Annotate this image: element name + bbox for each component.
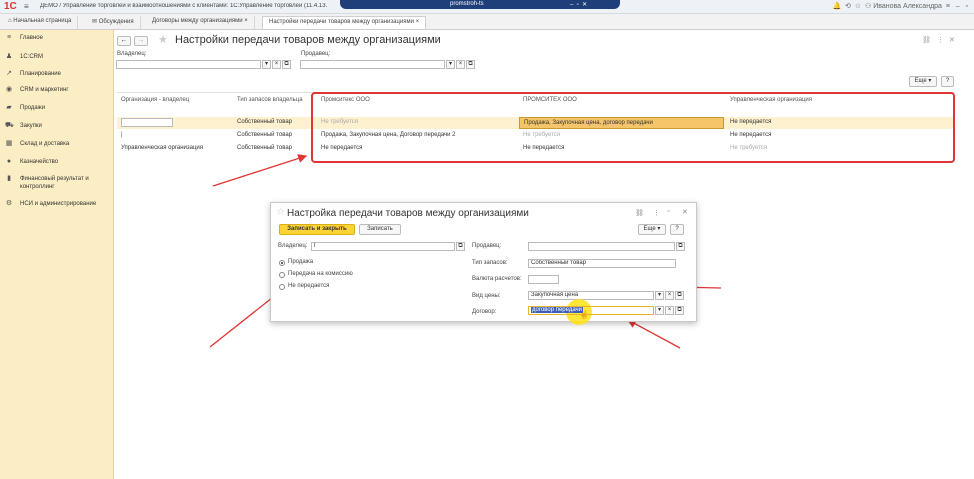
stock-type-input[interactable]: Собственный товар (528, 259, 676, 268)
contract-clear-button[interactable]: × (665, 306, 674, 315)
dialog-title: Настройка передачи товаров между организ… (287, 208, 529, 219)
radio-sale[interactable] (279, 260, 285, 266)
dialog-seller-open-button[interactable]: ⧉ (676, 242, 685, 251)
dialog-maximize-icon[interactable]: ▫ (667, 208, 669, 215)
radio-commission[interactable] (279, 272, 285, 278)
dialog-star-icon[interactable]: ☆ (276, 207, 285, 218)
mouse-cursor-icon: ☝ (579, 310, 589, 319)
dialog-more-label: Еще (643, 226, 656, 232)
radio-not-transferred-label[interactable]: Не передается (288, 283, 329, 289)
currency-label: Валюта расчетов: (472, 276, 522, 282)
price-type-label: Вид цены: (472, 293, 501, 299)
dialog-more-icon[interactable]: ⋮ (653, 209, 660, 217)
arrow-to-table (212, 154, 308, 187)
dialog-owner-open-button[interactable]: ⧉ (456, 242, 465, 251)
radio-sale-label[interactable]: Продажа (288, 259, 313, 265)
transfer-setting-dialog: ☆ Настройка передачи товаров между орган… (270, 202, 697, 325)
contract-input[interactable]: договор передачи (528, 306, 654, 315)
dialog-help-button[interactable]: ? (670, 224, 684, 235)
arrow-to-contract (626, 319, 681, 349)
dialog-link-icon[interactable]: ⛓ (635, 209, 644, 217)
contract-dropdown-button[interactable]: ▾ (655, 306, 664, 315)
stock-type-label: Тип запасов: (472, 260, 508, 266)
price-type-input[interactable]: Закупочная цена (528, 291, 654, 300)
contract-input-selected-text: договор передачи (531, 307, 584, 313)
price-type-dropdown-button[interactable]: ▾ (655, 291, 664, 300)
radio-not-transferred[interactable] (279, 284, 285, 290)
contract-label: Договор: (472, 309, 497, 315)
dialog-close-icon[interactable]: ✕ (682, 208, 688, 216)
save-button[interactable]: Записать (359, 224, 401, 235)
currency-input[interactable] (528, 275, 559, 284)
dialog-owner-label: Владелец: (278, 243, 308, 249)
price-type-clear-button[interactable]: × (665, 291, 674, 300)
dialog-more-button[interactable]: Еще ▾ (638, 224, 666, 235)
dialog-owner-input[interactable]: Г (311, 242, 455, 251)
price-type-open-button[interactable]: ⧉ (675, 291, 684, 300)
radio-commission-label[interactable]: Передача на комиссию (288, 271, 353, 277)
contract-open-button[interactable]: ⧉ (675, 306, 684, 315)
save-and-close-button[interactable]: Записать и закрыть (279, 224, 355, 235)
dialog-seller-input[interactable] (528, 242, 675, 251)
dialog-seller-label: Продавец: (472, 243, 502, 249)
